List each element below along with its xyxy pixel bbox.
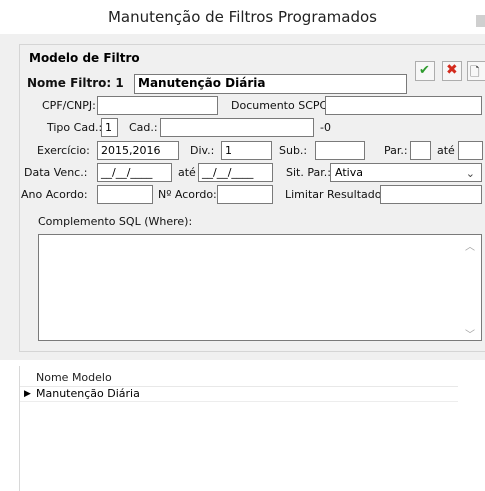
- data-venc-label: Data Venc.:: [24, 166, 88, 179]
- cpf-cnpj-label: CPF/CNPJ:: [42, 99, 96, 112]
- nome-filtro-label: Nome Filtro: 1: [27, 76, 124, 90]
- window-title: Manutenção de Filtros Programados: [107, 8, 377, 26]
- cad-input[interactable]: [160, 118, 314, 137]
- cad-label: Cad.:: [129, 121, 158, 134]
- data-venc-from-input[interactable]: __/__/____: [97, 163, 172, 182]
- limitar-resultado-label: Limitar Resultado:: [285, 188, 386, 201]
- cad-suffix: -0: [320, 121, 331, 134]
- tipo-cad-label: Tipo Cad.:: [47, 121, 103, 134]
- column-header-nome-modelo[interactable]: Nome Modelo: [36, 371, 112, 384]
- sub-label: Sub.:: [279, 144, 308, 157]
- new-document-icon: 🗋: [470, 65, 480, 79]
- sit-par-select[interactable]: Ativa ⌄: [330, 163, 482, 182]
- div-label: Div.:: [190, 144, 215, 157]
- sit-par-label: Sit. Par.:: [286, 166, 331, 179]
- limitar-resultado-input[interactable]: [380, 185, 482, 204]
- row-pointer-icon: ▶: [24, 389, 31, 399]
- tipo-cad-input[interactable]: 1: [101, 118, 118, 137]
- documento-scpc-input[interactable]: [325, 96, 482, 115]
- cancel-button[interactable]: ✖: [442, 61, 462, 81]
- data-venc-to-input[interactable]: __/__/____: [198, 163, 273, 182]
- complemento-sql-textarea[interactable]: [38, 234, 482, 341]
- window-close-button[interactable]: [476, 15, 485, 27]
- check-icon: ✔: [419, 63, 430, 78]
- div-input[interactable]: 1: [221, 141, 272, 160]
- par-to-input[interactable]: [458, 141, 483, 160]
- documento-scpc-label: Documento SCPC:: [231, 99, 331, 112]
- list-item[interactable]: Manutenção Diária: [36, 387, 140, 400]
- par-label: Par.:: [384, 144, 408, 157]
- cpf-cnpj-input[interactable]: [97, 96, 218, 115]
- scroll-up-icon[interactable]: ︿: [465, 238, 475, 253]
- sub-input[interactable]: [315, 141, 365, 160]
- num-acordo-label: Nº Acordo:: [158, 188, 217, 201]
- row-divider: [20, 401, 458, 402]
- data-venc-ate-label: até: [178, 166, 196, 179]
- num-acordo-input[interactable]: [217, 185, 273, 204]
- complemento-sql-label: Complemento SQL (Where):: [38, 215, 193, 228]
- close-icon: ✖: [446, 62, 458, 78]
- nome-filtro-input[interactable]: Manutenção Diária: [134, 74, 407, 94]
- confirm-button[interactable]: ✔: [415, 61, 435, 81]
- exercicio-label: Exercício:: [37, 144, 90, 157]
- chevron-down-icon: ⌄: [465, 167, 475, 180]
- par-ate-label: até: [437, 144, 455, 157]
- scroll-down-icon[interactable]: ﹀: [465, 326, 475, 341]
- ano-acordo-input[interactable]: [97, 185, 153, 204]
- group-title: Modelo de Filtro: [27, 51, 142, 65]
- par-from-input[interactable]: [410, 141, 431, 160]
- exercicio-input[interactable]: 2015,2016: [97, 141, 179, 160]
- model-list[interactable]: [19, 366, 485, 491]
- sit-par-value: Ativa: [335, 166, 363, 179]
- new-button[interactable]: 🗋: [467, 61, 485, 81]
- ano-acordo-label: Ano Acordo:: [21, 188, 88, 201]
